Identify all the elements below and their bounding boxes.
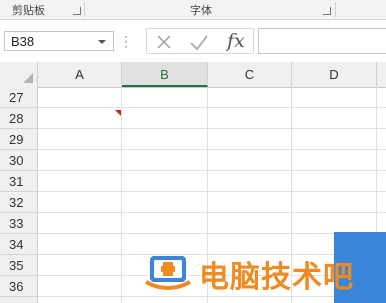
insert-function-button[interactable]: fx (227, 30, 245, 52)
row-header-35[interactable]: 35 (0, 255, 38, 276)
row-header-30[interactable]: 30 (0, 150, 38, 171)
row-header-bar: 27 28 29 30 31 32 33 34 35 36 (0, 87, 38, 303)
formula-bar-grip-icon[interactable]: · · · (124, 30, 128, 52)
column-header-d[interactable]: D (292, 62, 377, 87)
formula-buttons: fx (146, 28, 254, 54)
row-header-34[interactable]: 34 (0, 234, 38, 255)
close-icon[interactable] (155, 33, 173, 51)
column-header-c[interactable]: C (208, 62, 292, 87)
name-box-dropdown-icon[interactable] (98, 40, 106, 44)
row-header-28[interactable]: 28 (0, 108, 38, 129)
ribbon-bar: 剪贴板 字体 (0, 0, 386, 20)
ribbon-group-font-label: 字体 (190, 4, 212, 17)
clipboard-dialog-launcher-icon[interactable] (73, 7, 81, 15)
checkmark-icon[interactable] (189, 33, 209, 51)
ribbon-divider (335, 2, 336, 17)
row-header-31[interactable]: 31 (0, 171, 38, 192)
column-header-a[interactable]: A (38, 62, 122, 87)
column-header-bar: A B C D (0, 62, 386, 88)
row-header-27[interactable]: 27 (0, 87, 38, 108)
row-header-32[interactable]: 32 (0, 192, 38, 213)
formula-input[interactable] (258, 28, 386, 54)
comment-indicator-icon (115, 110, 121, 116)
select-all-corner[interactable] (0, 62, 38, 87)
ribbon-divider (84, 2, 85, 17)
row-header-33[interactable]: 33 (0, 213, 38, 234)
column-header-b[interactable]: B (122, 62, 208, 87)
watermark-text: 电脑技术吧 (199, 260, 354, 295)
computer-logo-icon (145, 256, 191, 290)
select-all-icon (23, 73, 33, 83)
font-dialog-launcher-icon[interactable] (323, 7, 331, 15)
name-box-value: B38 (11, 34, 35, 49)
ribbon-group-clipboard-label: 剪贴板 (12, 4, 45, 17)
row-header-36[interactable]: 36 (0, 276, 38, 297)
row-header-29[interactable]: 29 (0, 129, 38, 150)
name-box[interactable]: B38 (4, 31, 114, 51)
